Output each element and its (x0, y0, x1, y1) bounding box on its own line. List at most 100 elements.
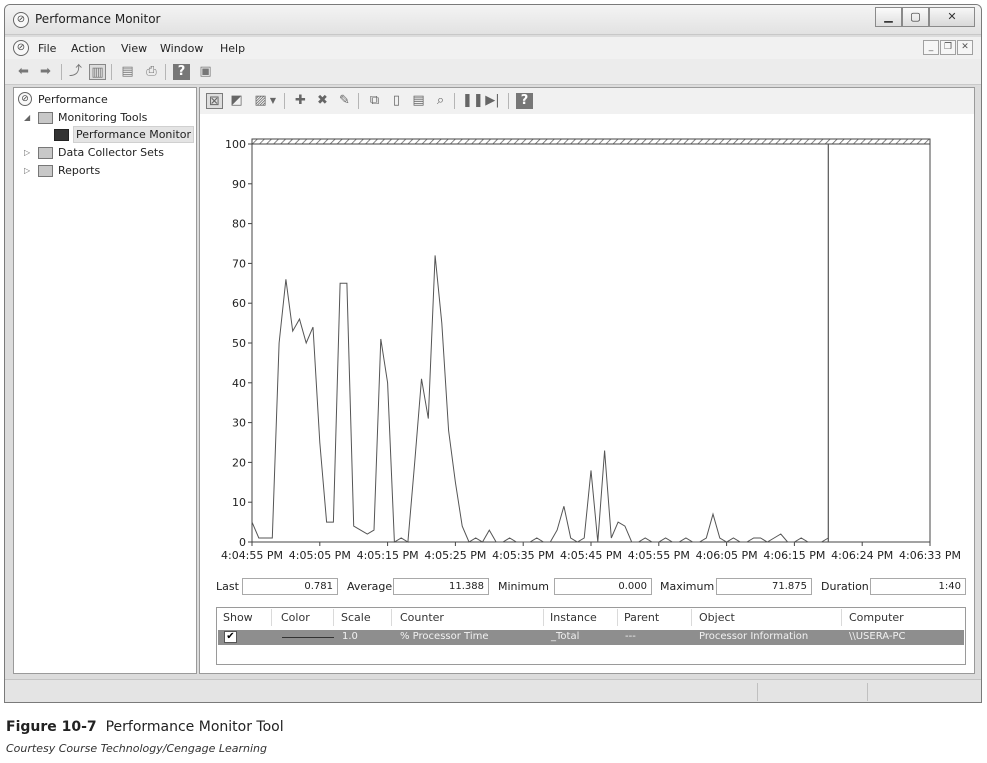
column-header-computer[interactable]: Computer (849, 611, 904, 624)
show-checkbox[interactable]: ✔ (224, 631, 237, 643)
minimize-button[interactable]: ▁ (875, 7, 902, 27)
cell-computer: \\USERA-PC (849, 631, 906, 642)
time-window-hatch-bar (251, 138, 931, 145)
menu-action[interactable]: Action (71, 42, 105, 55)
x-tick-label: 4:05:15 PM (357, 549, 419, 562)
performance-monitor-icon: ⊘ (13, 12, 29, 28)
view-graph-icon[interactable]: ⊠ (206, 93, 223, 109)
zoom-icon[interactable]: ⌕ (432, 93, 449, 109)
figure-caption: Figure 10-7 Performance Monitor Tool (6, 719, 284, 735)
last-value: 0.781 (242, 578, 338, 595)
cell-counter: % Processor Time (400, 631, 489, 642)
average-value: 11.388 (393, 578, 489, 595)
column-separator[interactable] (691, 609, 692, 626)
maximize-button[interactable]: ▢ (902, 7, 929, 27)
close-button[interactable]: ✕ (929, 7, 975, 27)
show-hide-tree-icon[interactable]: ▥ (89, 64, 106, 80)
x-tick-label: 4:06:24 PM (831, 549, 893, 562)
y-tick-label: 80 (232, 218, 246, 231)
print-icon[interactable]: ⎙ (143, 64, 160, 80)
column-separator[interactable] (271, 609, 272, 626)
column-header-parent[interactable]: Parent (624, 611, 659, 624)
column-header-counter[interactable]: Counter (400, 611, 444, 624)
expand-arrow-icon[interactable]: ▷ (24, 144, 33, 161)
properties-icon[interactable]: ▤ (119, 64, 136, 80)
cell-parent: --- (625, 631, 636, 642)
menu-help[interactable]: Help (220, 42, 245, 55)
add-counter-icon[interactable]: ✚ (292, 93, 309, 109)
expand-arrow-icon[interactable]: ▷ (24, 162, 33, 179)
menu-file[interactable]: File (38, 42, 56, 55)
mdi-close-button[interactable]: ✕ (957, 40, 973, 55)
mdi-restore-button[interactable]: ❐ (940, 40, 956, 55)
table-row[interactable]: ✔ 1.0 % Processor Time _Total --- Proces… (218, 630, 964, 645)
delete-counter-icon[interactable]: ✖ (314, 93, 331, 109)
chevron-down-icon[interactable]: ▼ (268, 93, 278, 109)
next-frame-icon[interactable]: ▶| (484, 93, 501, 109)
y-tick-label: 90 (232, 178, 246, 191)
menu-view[interactable]: View (121, 42, 147, 55)
column-header-instance[interactable]: Instance (550, 611, 597, 624)
close-icon: ✕ (947, 10, 957, 23)
toolbar-separator (454, 93, 455, 109)
column-separator[interactable] (617, 609, 618, 626)
average-label: Average (347, 580, 393, 593)
highlight-icon[interactable]: ✎ (336, 93, 353, 109)
y-tick-label: 40 (232, 377, 246, 390)
cell-scale: 1.0 (342, 631, 358, 642)
column-header-object[interactable]: Object (699, 611, 735, 624)
perf-toolbar: ⊠ ◩ ▨ ▼ ✚ ✖ ✎ ⧉ ▯ ▤ ⌕ ❚❚ ▶| ? (200, 88, 974, 114)
x-tick-label: 4:05:55 PM (628, 549, 690, 562)
performance-monitor-pane: ⊠ ◩ ▨ ▼ ✚ ✖ ✎ ⧉ ▯ ▤ ⌕ ❚❚ ▶| ? 0 10 20 30 40 5… (199, 87, 975, 674)
column-separator[interactable] (391, 609, 392, 626)
navigation-tree: ⊘ Performance ◢ Monitoring Tools Perform… (13, 87, 197, 674)
cell-instance: _Total (551, 631, 580, 642)
menu-window[interactable]: Window (160, 42, 203, 55)
pause-icon[interactable]: ❚❚ (462, 93, 484, 109)
system-menu-icon[interactable]: ⊘ (13, 40, 29, 56)
tree-item-label: Performance Monitor (73, 126, 195, 143)
column-separator[interactable] (543, 609, 544, 626)
column-header-scale[interactable]: Scale (341, 611, 371, 624)
column-header-show[interactable]: Show (223, 611, 253, 624)
status-separator (757, 683, 758, 701)
properties-icon[interactable]: ▤ (410, 93, 427, 109)
y-tick-label: 30 (232, 417, 246, 430)
up-folder-icon[interactable]: ⤴ (67, 64, 84, 80)
minimum-label: Minimum (498, 580, 549, 593)
column-header-color[interactable]: Color (281, 611, 310, 624)
title-bar[interactable]: ⊘ Performance Monitor ▁ ▢ ✕ (5, 5, 981, 35)
console-icon[interactable]: ▣ (197, 64, 214, 80)
figure-credit: Courtesy Course Technology/Cengage Learn… (6, 742, 267, 755)
back-arrow-icon[interactable]: ⬅ (15, 64, 32, 80)
counter-legend-table: Show Color Scale Counter Instance Parent… (216, 607, 966, 665)
menu-bar: ⊘ File Action View Window Help _ ❐ ✕ (5, 37, 981, 59)
forward-arrow-icon[interactable]: ➡ (37, 64, 54, 80)
collapse-arrow-icon[interactable]: ◢ (24, 109, 33, 126)
help-icon[interactable]: ? (173, 64, 190, 80)
y-tick-label: 70 (232, 257, 246, 270)
duration-value: 1:40 (870, 578, 966, 595)
toolbar-separator (358, 93, 359, 109)
paste-counter-list-icon[interactable]: ▯ (388, 93, 405, 109)
y-tick-label: 100 (225, 138, 246, 151)
status-separator (867, 683, 868, 701)
mdi-buttons: _ ❐ ✕ (922, 40, 973, 55)
x-tick-label: 4:04:55 PM (221, 549, 283, 562)
y-tick-label: 20 (232, 456, 246, 469)
change-graph-type-icon[interactable]: ▨ (252, 93, 269, 109)
mdi-minimize-button[interactable]: _ (923, 40, 939, 55)
tree-item-label: Monitoring Tools (58, 111, 148, 124)
column-separator[interactable] (841, 609, 842, 626)
copy-properties-icon[interactable]: ⧉ (366, 93, 383, 109)
performance-monitor-icon (54, 129, 69, 141)
toolbar-separator (111, 64, 112, 80)
column-separator[interactable] (333, 609, 334, 626)
help-icon[interactable]: ? (516, 93, 533, 109)
freeze-display-icon[interactable]: ◩ (228, 93, 245, 109)
x-tick-label: 4:05:25 PM (424, 549, 486, 562)
duration-label: Duration (821, 580, 869, 593)
monitoring-tools-icon (38, 112, 53, 124)
figure-title: Performance Monitor Tool (105, 719, 284, 735)
caption-buttons: ▁ ▢ ✕ (875, 7, 975, 27)
